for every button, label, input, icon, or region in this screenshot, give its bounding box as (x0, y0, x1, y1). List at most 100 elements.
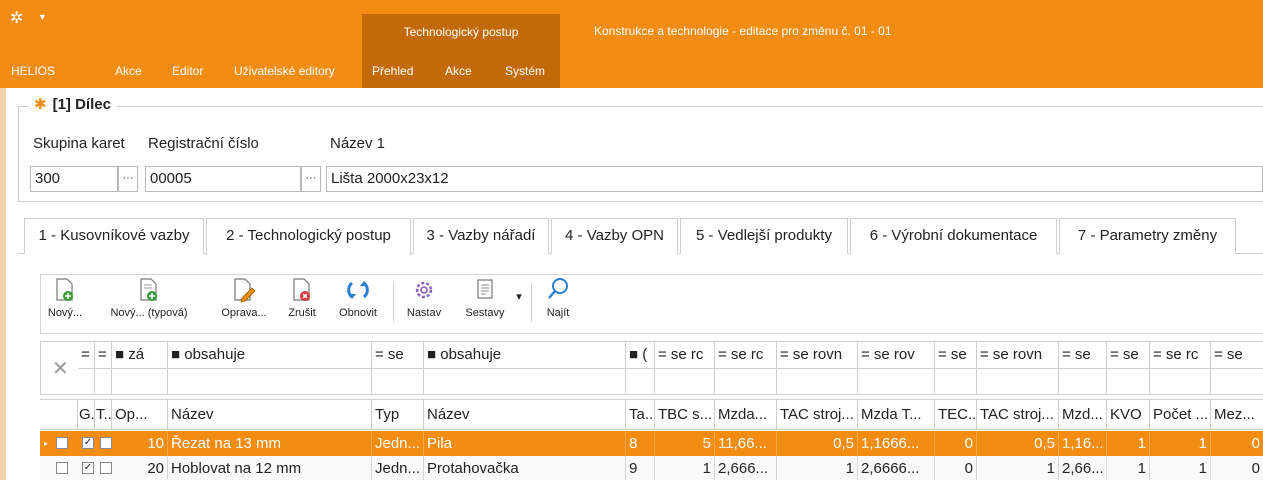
menu-helios[interactable]: HELIOS (11, 64, 55, 78)
cell-tbc[interactable]: 1 (655, 456, 715, 480)
filter-operator[interactable]: = se rovn (777, 342, 858, 369)
row-select-checkbox[interactable] (56, 437, 68, 449)
cell-op[interactable]: 10 (112, 431, 168, 456)
filter-operator[interactable]: = se (1107, 342, 1150, 369)
tab-kusovnikove-vazby[interactable]: 1 - Kusovníkové vazby (24, 218, 204, 254)
cell-tec[interactable]: 0 (935, 456, 977, 480)
column-header-pocet[interactable]: Počet ... (1150, 400, 1211, 430)
table-row[interactable]: ✓ 20 Hoblovat na 12 mm Jedn... Protahova… (40, 456, 1263, 480)
cell-tac-stroj[interactable]: 1 (777, 456, 858, 480)
filter-value-input[interactable] (858, 368, 935, 395)
filter-operator[interactable]: = se rc (655, 342, 715, 369)
menu-prehled[interactable]: Přehled (372, 64, 413, 78)
cell-pocet[interactable]: 1 (1150, 431, 1211, 456)
najit-button[interactable]: Najít (541, 276, 575, 328)
filter-value-input[interactable] (977, 368, 1059, 395)
menu-uzivatelske-editory[interactable]: Uživatelské editory (234, 64, 335, 78)
quick-access-dropdown-icon[interactable]: ▼ (38, 12, 47, 22)
filter-operator[interactable]: = se (935, 342, 977, 369)
tab-vedlejsi-produkty[interactable]: 5 - Vedlejší produkty (680, 218, 848, 254)
column-header-g[interactable]: G.. (78, 400, 95, 430)
filter-value-input[interactable] (168, 368, 372, 395)
obnovit-button[interactable]: Obnovit (332, 276, 384, 328)
checkbox-t[interactable] (100, 462, 112, 474)
filter-operator-nazev[interactable]: ■ obsahuje (168, 342, 372, 369)
tab-vazby-naradi[interactable]: 3 - Vazby nářadí (413, 218, 549, 254)
column-header-tac-stroj[interactable]: TAC stroj... (777, 400, 858, 430)
menu-akce[interactable]: Akce (115, 64, 142, 78)
cell-typ[interactable]: Jedn... (372, 431, 424, 456)
clear-filter-icon[interactable]: ✕ (52, 356, 69, 381)
cell-mzda-t[interactable]: 2,6666... (858, 456, 935, 480)
cell-nazev[interactable]: Hoblovat na 12 mm (168, 456, 372, 480)
filter-operator[interactable]: = se rov (858, 342, 935, 369)
cell-tac-stroj-2[interactable]: 1 (977, 456, 1059, 480)
filter-operator[interactable]: = (95, 342, 112, 369)
column-header-tec[interactable]: TEC... (935, 400, 977, 430)
cell-mez[interactable]: 0 (1211, 456, 1263, 480)
column-header-t[interactable]: T... (95, 400, 112, 430)
cell-typ[interactable]: Jedn... (372, 456, 424, 480)
sestavy-dropdown-icon[interactable]: ▾ (514, 290, 524, 342)
nazev-1-field[interactable]: Lišta 2000x23x12 (326, 166, 1263, 192)
cell-ta[interactable]: 8 (626, 431, 655, 456)
column-header-mez[interactable]: Mez... (1211, 400, 1263, 430)
column-header-mzda[interactable]: Mzda... (715, 400, 777, 430)
filter-operator[interactable]: = se rc (1150, 342, 1211, 369)
registracni-cislo-browse-button[interactable]: ··· (301, 166, 321, 192)
cell-mzd[interactable]: 1,16... (1059, 431, 1107, 456)
column-header-mzda-t[interactable]: Mzda T... (858, 400, 935, 430)
checkbox-g[interactable]: ✓ (82, 437, 94, 449)
column-header-op[interactable]: Op... (112, 400, 168, 430)
tab-vyrobni-dokumentace[interactable]: 6 - Výrobní dokumentace (850, 218, 1057, 254)
zrusit-button[interactable]: Zrušit (283, 276, 321, 328)
skupina-karet-browse-button[interactable]: ··· (118, 166, 138, 192)
cell-tac-stroj-2[interactable]: 0,5 (977, 431, 1059, 456)
novy-button[interactable]: Nový... (46, 276, 84, 328)
cell-tbc[interactable]: 5 (655, 431, 715, 456)
table-row[interactable]: ▸ ✓ 10 Řezat na 13 mm Jedn... Pila 8 5 1… (40, 431, 1263, 456)
filter-operator-nazev2[interactable]: ■ obsahuje (424, 342, 626, 369)
cell-tac-stroj[interactable]: 0,5 (777, 431, 858, 456)
cell-ta[interactable]: 9 (626, 456, 655, 480)
column-header-tbc[interactable]: TBC s... (655, 400, 715, 430)
filter-value-input[interactable] (372, 368, 424, 395)
column-header-tac-stroj-2[interactable]: TAC stroj... (977, 400, 1059, 430)
checkbox-g[interactable]: ✓ (82, 462, 94, 474)
checkbox-t[interactable] (100, 437, 112, 449)
nastav-button[interactable]: Nastav (404, 276, 444, 328)
cell-mzda[interactable]: 2,666... (715, 456, 777, 480)
settings-gear-icon[interactable]: ✲ (10, 10, 28, 28)
row-select-checkbox[interactable] (56, 462, 68, 474)
menu-akce-context[interactable]: Akce (445, 64, 472, 78)
filter-value-input[interactable] (1211, 368, 1263, 395)
column-header-typ[interactable]: Typ (372, 400, 424, 430)
tab-vazby-opn[interactable]: 4 - Vazby OPN (551, 218, 678, 254)
filter-value-input[interactable] (777, 368, 858, 395)
filter-operator[interactable]: = (78, 342, 95, 369)
column-header-mzd[interactable]: Mzd... (1059, 400, 1107, 430)
oprava-button[interactable]: Oprava... (216, 276, 272, 328)
cell-tec[interactable]: 0 (935, 431, 977, 456)
skupina-karet-field[interactable]: 300 (30, 166, 118, 192)
sestavy-button[interactable]: Sestavy (461, 276, 509, 328)
filter-operator-typ[interactable]: = se (372, 342, 424, 369)
cell-mzda[interactable]: 11,66... (715, 431, 777, 456)
filter-value-input[interactable] (424, 368, 626, 395)
column-header-ta[interactable]: Ta... (626, 400, 655, 430)
filter-operator[interactable]: = se (1059, 342, 1107, 369)
cell-op[interactable]: 20 (112, 456, 168, 480)
filter-operator[interactable]: = se (1211, 342, 1263, 369)
filter-operator[interactable]: ■ zá (112, 342, 168, 369)
column-header-nazev2[interactable]: Název (424, 400, 626, 430)
menu-system[interactable]: Systém (505, 64, 545, 78)
tab-parametry-zmeny[interactable]: 7 - Parametry změny (1059, 218, 1236, 254)
cell-mzda-t[interactable]: 1,1666... (858, 431, 935, 456)
filter-value-input[interactable] (935, 368, 977, 395)
filter-value-input[interactable] (95, 368, 112, 395)
filter-value-input[interactable] (78, 368, 95, 395)
registracni-cislo-field[interactable]: 00005 (145, 166, 301, 192)
filter-value-input[interactable] (1059, 368, 1107, 395)
cell-nazev[interactable]: Řezat na 13 mm (168, 431, 372, 456)
novy-typova-button[interactable]: Nový... (typová) (106, 276, 192, 328)
